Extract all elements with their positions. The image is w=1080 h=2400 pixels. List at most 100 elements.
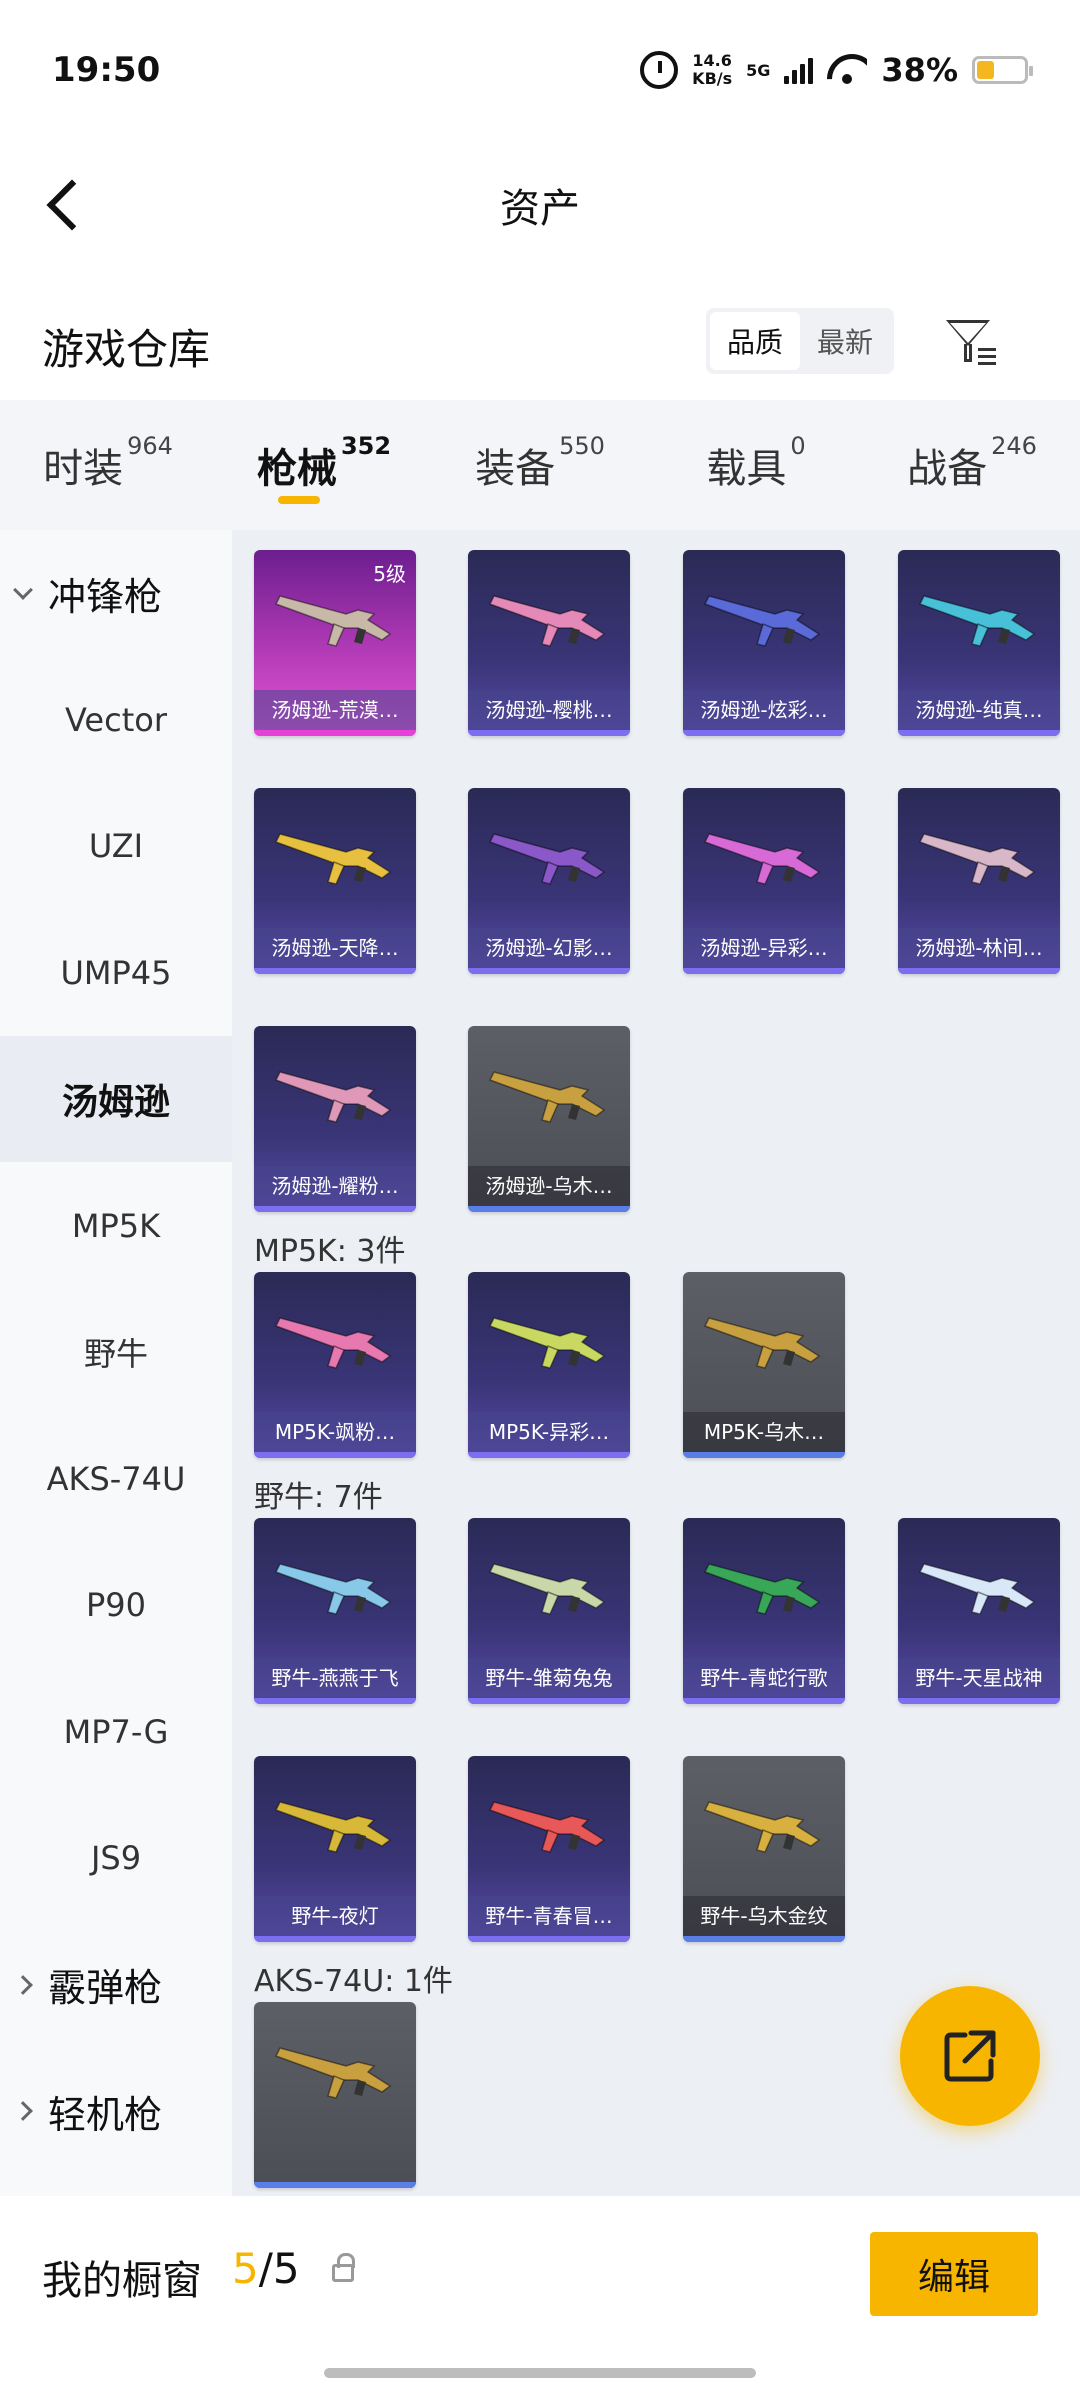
sidebar-item[interactable]: UZI <box>0 783 232 909</box>
weapon-card[interactable] <box>254 2002 416 2188</box>
weapon-name: 汤姆逊-幻影… <box>468 928 630 968</box>
sidebar-item[interactable]: AKS-74U <box>0 1416 232 1542</box>
tab-label: 装备 <box>475 446 556 492</box>
weapon-name: MP5K-异彩… <box>468 1412 630 1452</box>
share-button[interactable] <box>900 1986 1040 2126</box>
warehouse-title: 游戏仓库 <box>42 325 211 374</box>
weapon-card[interactable]: 汤姆逊-幻影… <box>468 788 630 974</box>
sidebar-group[interactable]: 霰弹枪 <box>0 1922 232 2048</box>
filter-button[interactable] <box>940 312 1000 372</box>
status-time: 19:50 <box>52 50 161 90</box>
weapon-card[interactable]: MP5K-飒粉… <box>254 1272 416 1458</box>
sidebar-item-label: P90 <box>85 1586 146 1624</box>
edit-button[interactable]: 编辑 <box>870 2232 1038 2316</box>
showcase-total: /5 <box>258 2244 300 2293</box>
rarity-bar <box>254 968 416 974</box>
alarm-icon <box>640 51 679 89</box>
sidebar-item[interactable]: 汤姆逊 <box>0 1036 232 1162</box>
sidebar-item[interactable]: JS9 <box>0 1795 232 1921</box>
weapon-card[interactable]: MP5K-异彩… <box>468 1272 630 1458</box>
weapon-name: 野牛-乌木金纹 <box>683 1896 845 1936</box>
tab-label: 时装 <box>43 446 124 492</box>
weapon-card[interactable]: 野牛-燕燕于飞 <box>254 1518 416 1704</box>
weapon-card[interactable]: 汤姆逊-林间… <box>898 788 1060 974</box>
weapon-name: 汤姆逊-乌木… <box>468 1166 630 1206</box>
gun-image <box>274 1563 392 1615</box>
rarity-bar <box>254 1698 416 1704</box>
weapon-card[interactable]: 汤姆逊-耀粉… <box>254 1026 416 1212</box>
weapon-name: 野牛-燕燕于飞 <box>254 1658 416 1698</box>
sidebar-item[interactable]: 野牛 <box>0 1289 232 1415</box>
sort-newest-button[interactable]: 最新 <box>800 312 890 370</box>
weapon-card[interactable]: 汤姆逊-乌木… <box>468 1026 630 1212</box>
tab-count: 0 <box>790 432 806 460</box>
rarity-bar <box>898 1698 1060 1704</box>
sidebar-item[interactable]: MP5K <box>0 1163 232 1289</box>
sidebar-item[interactable]: MP7-G <box>0 1669 232 1795</box>
rarity-bar <box>683 730 845 736</box>
tab-category[interactable]: 时装 964 <box>0 400 216 530</box>
tab-category[interactable]: 枪械 352 <box>216 400 432 530</box>
gun-image <box>918 595 1036 647</box>
weapon-card[interactable]: 汤姆逊-异彩… <box>683 788 845 974</box>
gun-image <box>488 1071 606 1123</box>
weapon-card[interactable]: 野牛-天星战神 <box>898 1518 1060 1704</box>
network-type: 5G <box>746 60 771 80</box>
tab-category[interactable]: 战备 246 <box>864 400 1080 530</box>
sidebar-item[interactable]: Vector <box>0 657 232 783</box>
weapon-name: MP5K-乌木… <box>683 1412 845 1452</box>
tab-category[interactable]: 载具 0 <box>648 400 864 530</box>
sidebar-group[interactable]: 冲锋枪 <box>0 530 232 656</box>
gun-image <box>918 1563 1036 1615</box>
network-speed: 14.6 KB/s <box>692 52 732 88</box>
weapon-name: 汤姆逊-樱桃… <box>468 690 630 730</box>
weapon-name: MP5K-飒粉… <box>254 1412 416 1452</box>
gun-image <box>488 595 606 647</box>
sidebar-group[interactable]: 轻机枪 <box>0 2048 232 2174</box>
share-icon <box>944 2030 996 2082</box>
weapon-card[interactable]: 汤姆逊-天降… <box>254 788 416 974</box>
rarity-bar <box>468 968 630 974</box>
sort-quality-button[interactable]: 品质 <box>710 312 800 370</box>
page-title: 资产 <box>500 186 580 232</box>
sidebar-item[interactable]: P90 <box>0 1542 232 1668</box>
weapon-name: 野牛-雏菊兔兔 <box>468 1658 630 1698</box>
gun-image <box>918 833 1036 885</box>
rarity-bar <box>683 1698 845 1704</box>
gun-image <box>274 1801 392 1853</box>
weapon-name: 野牛-天星战神 <box>898 1658 1060 1698</box>
weapon-card[interactable]: MP5K-乌木… <box>683 1272 845 1458</box>
weapon-card[interactable]: 汤姆逊-炫彩… <box>683 550 845 736</box>
rarity-bar <box>468 1206 630 1212</box>
showcase-label: 我的橱窗 <box>42 2258 202 2304</box>
sidebar-item-label: JS9 <box>90 1839 142 1877</box>
sidebar-item-label: MP5K <box>71 1206 161 1245</box>
sidebar-item[interactable]: UMP45 <box>0 910 232 1036</box>
network-speed-unit: KB/s <box>692 69 733 88</box>
weapon-card[interactable]: 野牛-乌木金纹 <box>683 1756 845 1942</box>
weapon-card[interactable]: 汤姆逊-纯真… <box>898 550 1060 736</box>
home-indicator <box>324 2368 756 2378</box>
sidebar-item-label: 汤姆逊 <box>61 1082 170 1123</box>
sidebar-item-label: 轻机枪 <box>48 2092 163 2137</box>
rarity-bar <box>254 2182 416 2188</box>
rarity-bar <box>683 1936 845 1942</box>
rarity-bar <box>254 1206 416 1212</box>
weapon-card[interactable]: 野牛-青春冒… <box>468 1756 630 1942</box>
showcase-count: 5/5 <box>232 2244 300 2293</box>
weapon-card[interactable]: 5级 汤姆逊-荒漠… <box>254 550 416 736</box>
weapon-card[interactable]: 野牛-青蛇行歌 <box>683 1518 845 1704</box>
tab-category[interactable]: 装备 550 <box>432 400 648 530</box>
weapon-card[interactable]: 汤姆逊-樱桃… <box>468 550 630 736</box>
sort-toggle: 品质 最新 <box>706 308 894 374</box>
wifi-icon <box>827 54 867 86</box>
category-tabs: 时装 964 枪械 352 装备 550 载具 0 战备 246 <box>0 400 1080 530</box>
weapon-sidebar: 冲锋枪 Vector UZI UMP45 汤姆逊 MP5K 野牛 AKS-74U P90 MP7-… <box>0 530 232 2196</box>
weapon-card[interactable]: 野牛-雏菊兔兔 <box>468 1518 630 1704</box>
rarity-bar <box>683 1452 845 1458</box>
tab-count: 964 <box>127 432 173 460</box>
tab-label: 载具 <box>706 446 787 492</box>
sidebar-item-label: 霰弹枪 <box>48 1966 163 2010</box>
weapon-card[interactable]: 野牛-夜灯 <box>254 1756 416 1942</box>
section-label: MP5K: 3件 <box>254 1234 406 1269</box>
